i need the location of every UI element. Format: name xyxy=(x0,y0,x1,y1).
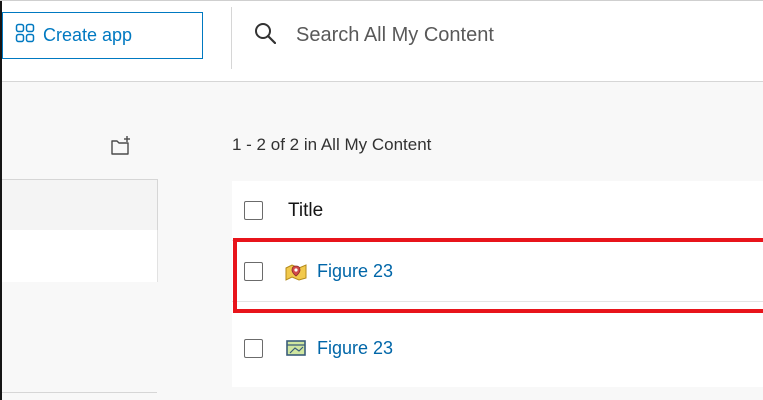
search-icon xyxy=(254,22,277,49)
create-app-label: Create app xyxy=(43,25,133,45)
web-map-icon xyxy=(285,339,307,357)
search-bar[interactable] xyxy=(242,12,763,59)
sidebar-folder-item-selected[interactable] xyxy=(2,230,158,282)
toolbar-divider xyxy=(231,7,232,69)
item-title-link[interactable]: Figure 23 xyxy=(317,338,393,359)
select-all-checkbox[interactable] xyxy=(244,201,263,220)
row-checkbox[interactable] xyxy=(244,262,263,281)
create-app-button[interactable]: Create app xyxy=(2,12,203,59)
table-row: Figure 23 xyxy=(232,318,763,378)
row-checkbox[interactable] xyxy=(244,338,263,358)
title-column-header[interactable]: Title xyxy=(288,200,323,222)
sidebar-folder-item[interactable] xyxy=(2,179,158,231)
search-input[interactable] xyxy=(294,23,718,48)
results-count: 1 - 2 of 2 in All My Content xyxy=(232,135,432,154)
table-header-row: Title xyxy=(232,181,763,241)
apps-grid-icon xyxy=(15,23,35,48)
sidebar-divider xyxy=(2,392,157,393)
content-table: Title Figure 23 Figure 23 xyxy=(232,181,763,387)
top-toolbar: Create app xyxy=(2,1,763,82)
add-folder-icon[interactable] xyxy=(110,135,132,157)
item-title-link[interactable]: Figure 23 xyxy=(317,261,393,282)
left-sidebar xyxy=(2,82,158,400)
table-row: Figure 23 xyxy=(232,242,763,302)
map-pin-icon xyxy=(285,263,307,281)
